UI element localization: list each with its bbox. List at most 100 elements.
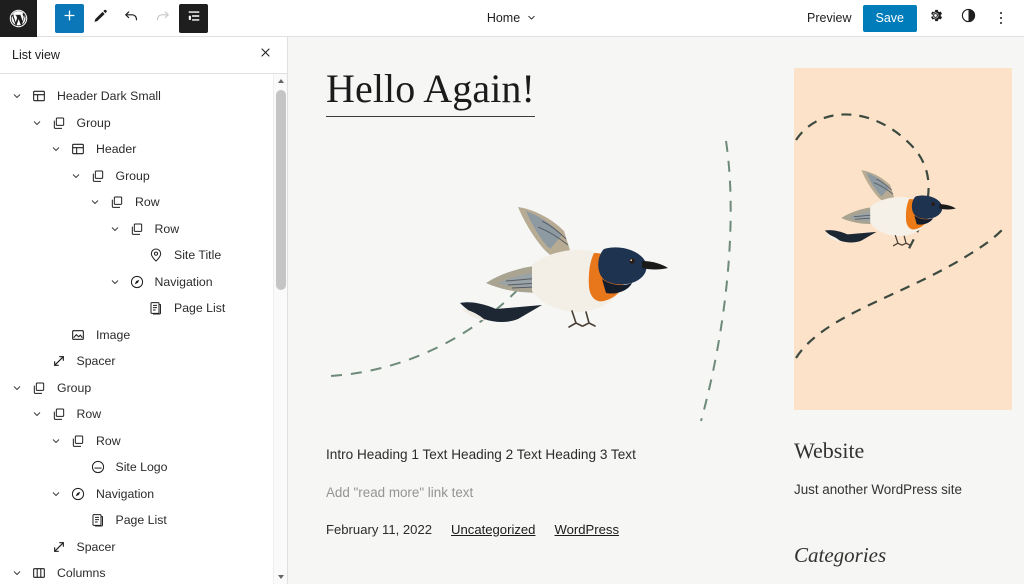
tools-button[interactable]: [86, 4, 115, 33]
list-view-scroll-area: Header Dark Small Group Header Group Row Row S…: [0, 74, 287, 584]
wordpress-logo-icon: [8, 8, 29, 29]
block-label: Page List: [115, 513, 167, 528]
chevron-down-icon[interactable]: [6, 376, 28, 400]
read-more-placeholder[interactable]: Add "read more" link text: [326, 485, 746, 500]
settings-button[interactable]: [920, 3, 950, 33]
expander-placeholder: [123, 296, 145, 320]
document-title-dropdown[interactable]: Home: [481, 7, 543, 29]
block-tree-item[interactable]: Page List: [0, 507, 287, 534]
group-icon: [28, 377, 50, 399]
expander-placeholder: [26, 535, 48, 559]
post-tag-link[interactable]: WordPress: [554, 522, 619, 537]
add-block-button[interactable]: [55, 3, 84, 33]
expander-placeholder: [123, 243, 145, 267]
chevron-down-icon[interactable]: [45, 429, 67, 453]
chevron-down-icon[interactable]: [65, 164, 87, 188]
editor-canvas[interactable]: Hello Again! Intro Heading 1 Text Headin…: [288, 37, 1024, 584]
post-excerpt[interactable]: Intro Heading 1 Text Heading 2 Text Head…: [326, 445, 746, 465]
block-tree-item[interactable]: Group: [0, 163, 287, 190]
editor-top-toolbar: Home Preview Save: [0, 0, 1024, 37]
post-meta-row: February 11, 2022 Uncategorized WordPres…: [326, 522, 746, 537]
group-icon: [48, 403, 70, 425]
sidebar-featured-image[interactable]: [794, 68, 1012, 410]
block-tree-item[interactable]: Image: [0, 322, 287, 349]
page-list-icon: [145, 297, 167, 319]
editor-body: List view Header Dark Small Group Header Gr…: [0, 37, 1024, 584]
wordpress-logo-button[interactable]: [0, 0, 37, 37]
more-options-button[interactable]: [986, 3, 1016, 33]
site-logo-icon: [87, 456, 109, 478]
flying-swallow-bird-illustration: [330, 140, 732, 422]
block-tree-item[interactable]: Header Dark Small: [0, 83, 287, 110]
sidebar-scrollbar[interactable]: [273, 74, 287, 584]
block-label: Group: [76, 115, 111, 130]
block-tree-item[interactable]: Row: [0, 428, 287, 455]
block-tree-item[interactable]: Navigation: [0, 481, 287, 508]
redo-arrow-icon: [154, 7, 171, 29]
block-label: Header Dark Small: [57, 89, 161, 104]
redo-button[interactable]: [148, 4, 177, 33]
block-tree-item[interactable]: Group: [0, 110, 287, 137]
categories-heading[interactable]: Categories: [794, 543, 1012, 568]
chevron-down-icon[interactable]: [6, 84, 28, 108]
chevron-down-icon[interactable]: [26, 111, 48, 135]
chevron-down-icon[interactable]: [45, 482, 67, 506]
image-icon: [67, 324, 89, 346]
block-tree-item[interactable]: Spacer: [0, 534, 287, 561]
block-label: Site Title: [174, 248, 222, 263]
group-icon: [126, 218, 148, 240]
block-tree-item[interactable]: Row: [0, 216, 287, 243]
block-tree-item[interactable]: Page List: [0, 295, 287, 322]
chevron-down-icon[interactable]: [104, 270, 126, 294]
block-tree-item[interactable]: Navigation: [0, 269, 287, 296]
toolbar-left-group: [37, 3, 208, 33]
preview-button[interactable]: Preview: [799, 6, 859, 30]
scroll-down-arrow-icon[interactable]: [274, 570, 287, 584]
contrast-circle-icon: [960, 7, 977, 29]
expander-placeholder: [45, 323, 67, 347]
chevron-down-icon[interactable]: [6, 561, 28, 584]
template-part-icon: [67, 138, 89, 160]
block-tree-item[interactable]: Columns: [0, 560, 287, 584]
site-description[interactable]: Just another WordPress site: [794, 482, 1012, 497]
post-category-link[interactable]: Uncategorized: [451, 522, 535, 537]
expander-placeholder: [65, 508, 87, 532]
chevron-down-icon[interactable]: [104, 217, 126, 241]
group-icon: [87, 165, 109, 187]
block-label: Row: [76, 407, 102, 422]
chevron-down-icon[interactable]: [45, 137, 67, 161]
block-label: Navigation: [96, 486, 155, 501]
styles-button[interactable]: [953, 3, 983, 33]
block-label: Row: [96, 433, 121, 448]
save-button[interactable]: Save: [862, 4, 917, 32]
list-view-header: List view: [0, 37, 287, 74]
scroll-up-arrow-icon[interactable]: [274, 74, 287, 88]
list-view-toggle-button[interactable]: [179, 3, 208, 33]
list-view-icon: [186, 8, 202, 29]
undo-arrow-icon: [123, 7, 140, 29]
sidebar-scrollbar-thumb[interactable]: [276, 90, 286, 290]
block-tree-item[interactable]: Row: [0, 189, 287, 216]
compass-icon: [126, 271, 148, 293]
block-label: Row: [154, 221, 180, 236]
expander-placeholder: [26, 349, 48, 373]
spacer-icon: [48, 536, 70, 558]
block-tree-item[interactable]: Site Title: [0, 242, 287, 269]
block-tree-item[interactable]: Group: [0, 375, 287, 402]
close-list-view-button[interactable]: [253, 43, 277, 67]
post-title[interactable]: Hello Again!: [326, 67, 535, 117]
block-tree-item[interactable]: Row: [0, 401, 287, 428]
site-title[interactable]: Website: [794, 438, 1012, 464]
featured-image-block[interactable]: [326, 131, 746, 431]
compass-icon: [67, 483, 89, 505]
chevron-down-icon[interactable]: [26, 402, 48, 426]
block-label: Page List: [174, 301, 226, 316]
block-tree-item[interactable]: Header: [0, 136, 287, 163]
block-label: Spacer: [76, 354, 116, 369]
post-content-column: Hello Again! Intro Heading 1 Text Headin…: [326, 67, 746, 568]
template-part-icon: [28, 85, 50, 107]
block-tree-item[interactable]: Site Logo: [0, 454, 287, 481]
chevron-down-icon[interactable]: [84, 190, 106, 214]
block-tree-item[interactable]: Spacer: [0, 348, 287, 375]
undo-button[interactable]: [117, 4, 146, 33]
